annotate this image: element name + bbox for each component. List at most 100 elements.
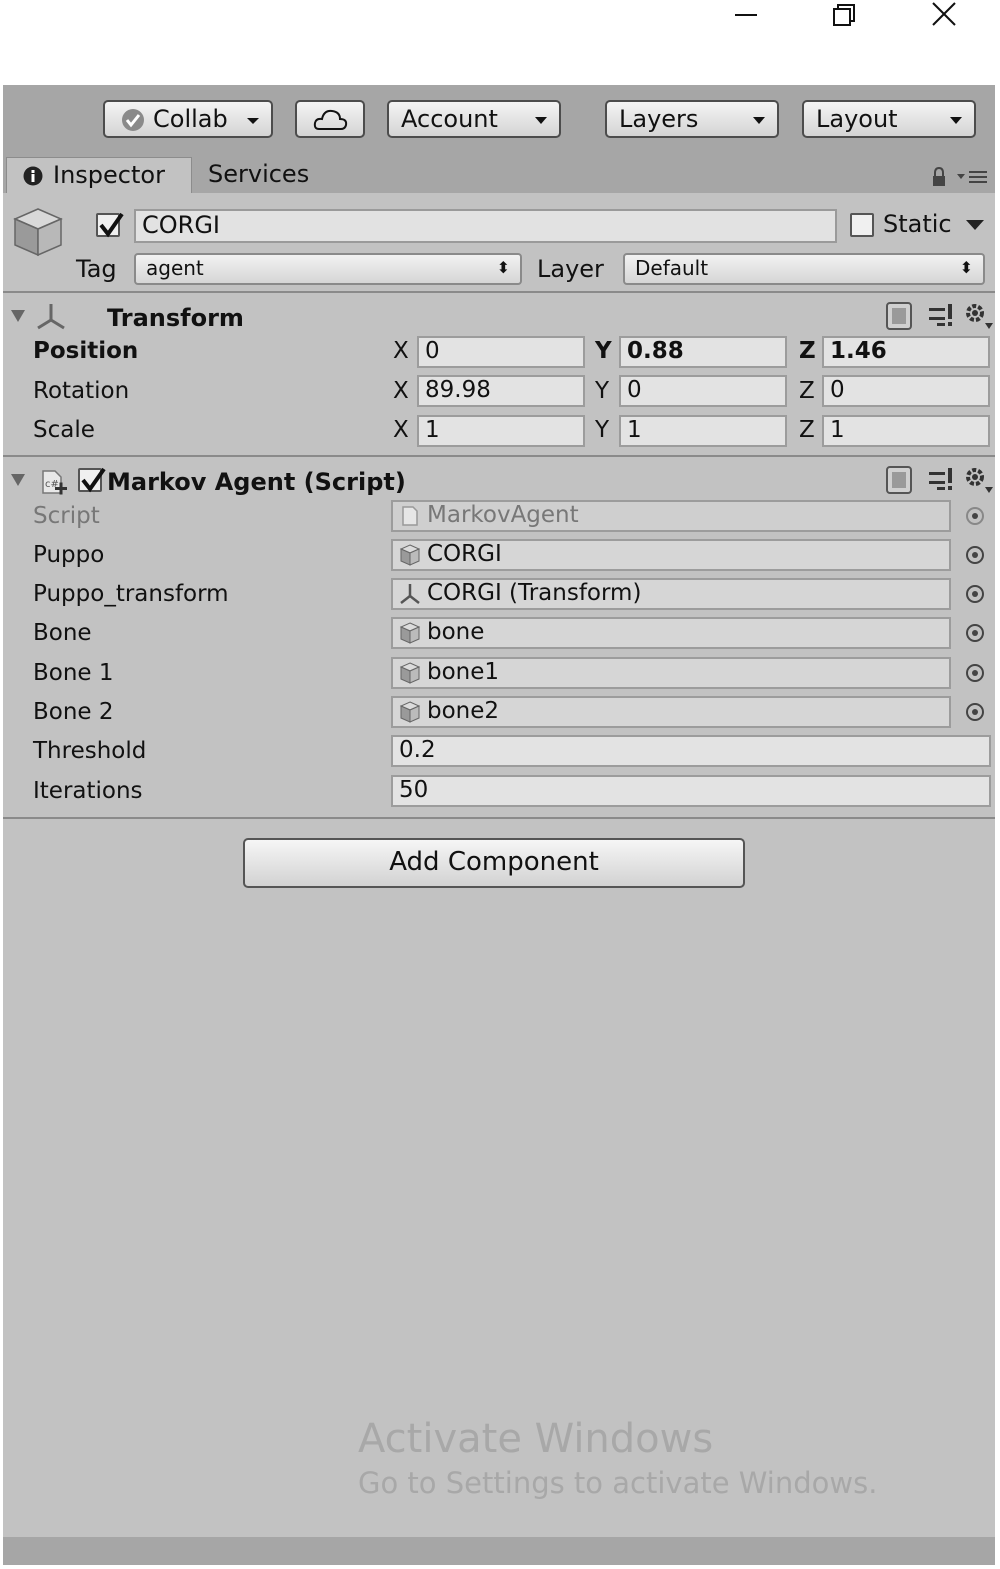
layout-dropdown[interactable]: Layout bbox=[802, 100, 976, 138]
scale-y-axis[interactable]: Y bbox=[595, 416, 609, 444]
activate-windows-watermark: Activate Windows Go to Settings to activ… bbox=[358, 1415, 877, 1503]
bone2-value: bone2 bbox=[427, 698, 500, 724]
bone1-field[interactable]: bone1 bbox=[391, 657, 951, 689]
rotation-z-axis[interactable]: Z bbox=[799, 377, 815, 405]
threshold-input[interactable]: 0.2 bbox=[391, 735, 991, 767]
puppo-transform-value: CORGI (Transform) bbox=[427, 580, 642, 606]
layers-dropdown[interactable]: Layers bbox=[605, 100, 779, 138]
transform-header[interactable]: Transform bbox=[3, 297, 995, 337]
layers-label: Layers bbox=[619, 105, 699, 133]
lock-icon[interactable] bbox=[931, 167, 947, 187]
static-checkbox[interactable] bbox=[850, 213, 874, 237]
help-book-icon[interactable] bbox=[885, 301, 913, 331]
scale-y-input[interactable]: 1 bbox=[619, 415, 787, 447]
minimize-icon bbox=[735, 14, 757, 16]
active-checkbox[interactable] bbox=[96, 212, 124, 238]
script-field: MarkovAgent bbox=[391, 500, 951, 532]
scale-z-input[interactable]: 1 bbox=[822, 415, 990, 447]
object-header: CORGI Static Tag agent ⬍ Layer Default ⬍ bbox=[3, 193, 995, 293]
tag-dropdown[interactable]: agent ⬍ bbox=[134, 253, 522, 285]
minimize-button[interactable] bbox=[722, 0, 768, 32]
script-value: MarkovAgent bbox=[427, 502, 579, 528]
component-divider bbox=[3, 455, 995, 457]
scale-x-axis[interactable]: X bbox=[393, 416, 409, 444]
puppo-object-picker[interactable] bbox=[966, 546, 984, 564]
scale-x-input[interactable]: 1 bbox=[417, 415, 585, 447]
bone2-object-picker[interactable] bbox=[966, 703, 984, 721]
script-component-header[interactable]: c# Markov Agent (Script) bbox=[3, 461, 995, 501]
close-icon bbox=[932, 2, 956, 26]
bone-label: Bone bbox=[33, 620, 92, 646]
script-component-title: Markov Agent (Script) bbox=[107, 468, 406, 496]
add-component-button[interactable]: Add Component bbox=[243, 838, 745, 888]
checkmark-icon bbox=[81, 467, 106, 493]
position-z-axis[interactable]: Z bbox=[799, 337, 816, 365]
foldout-arrow-icon[interactable] bbox=[11, 473, 25, 487]
preset-icon[interactable] bbox=[927, 467, 955, 493]
foldout-arrow-icon[interactable] bbox=[11, 309, 25, 323]
restore-button[interactable] bbox=[820, 0, 866, 32]
collab-button[interactable]: Collab bbox=[103, 100, 273, 138]
static-label: Static bbox=[883, 210, 952, 238]
preset-icon[interactable] bbox=[927, 303, 955, 329]
rotation-label: Rotation bbox=[33, 378, 130, 404]
panel-menu-icon[interactable] bbox=[955, 169, 989, 185]
editor-window: Collab Account Layers Layout Inspector S… bbox=[3, 85, 995, 1565]
help-book-icon[interactable] bbox=[885, 465, 913, 495]
tab-inspector[interactable]: Inspector bbox=[6, 157, 192, 193]
gameobject-cube-icon bbox=[13, 208, 63, 257]
rotation-x-axis[interactable]: X bbox=[393, 377, 409, 405]
rotation-y-input[interactable]: 0 bbox=[619, 375, 787, 407]
puppo-transform-label: Puppo_transform bbox=[33, 581, 229, 607]
gear-icon[interactable] bbox=[963, 301, 993, 331]
watermark-subtitle: Go to Settings to activate Windows. bbox=[358, 1466, 878, 1500]
bone-object-picker[interactable] bbox=[966, 624, 984, 642]
bone-field[interactable]: bone bbox=[391, 617, 951, 649]
chevron-down-icon bbox=[535, 117, 547, 124]
position-y-axis[interactable]: Y bbox=[595, 337, 612, 365]
bone1-value: bone1 bbox=[427, 659, 500, 685]
close-button[interactable] bbox=[920, 0, 966, 32]
iterations-input[interactable]: 50 bbox=[391, 775, 991, 807]
scale-z-axis[interactable]: Z bbox=[799, 416, 815, 444]
account-dropdown[interactable]: Account bbox=[387, 100, 561, 138]
puppo-value: CORGI bbox=[427, 541, 502, 567]
position-x-axis[interactable]: X bbox=[393, 337, 409, 365]
gameobject-cube-icon bbox=[399, 622, 421, 644]
puppo-field[interactable]: CORGI bbox=[391, 539, 951, 571]
tab-services-label: Services bbox=[208, 160, 310, 188]
transform-title: Transform bbox=[107, 304, 244, 332]
puppo-transform-field[interactable]: CORGI (Transform) bbox=[391, 578, 951, 610]
updown-arrows-icon: ⬍ bbox=[959, 258, 973, 277]
tab-inspector-label: Inspector bbox=[53, 161, 165, 189]
tag-value: agent bbox=[146, 256, 204, 280]
bone1-label: Bone 1 bbox=[33, 660, 114, 686]
rotation-x-input[interactable]: 89.98 bbox=[417, 375, 585, 407]
tab-services[interactable]: Services bbox=[203, 157, 333, 193]
bottom-bar bbox=[3, 1537, 995, 1565]
transform-icon bbox=[400, 584, 420, 604]
position-z-input[interactable]: 1.46 bbox=[822, 336, 990, 368]
puppo-transform-object-picker[interactable] bbox=[966, 585, 984, 603]
watermark-title: Activate Windows bbox=[358, 1416, 714, 1462]
check-circle-icon bbox=[122, 109, 144, 131]
position-x-input[interactable]: 0 bbox=[417, 336, 585, 368]
position-y-input[interactable]: 0.88 bbox=[619, 336, 787, 368]
script-label: Script bbox=[33, 503, 100, 529]
static-dropdown-icon[interactable] bbox=[965, 219, 985, 231]
position-label: Position bbox=[33, 338, 139, 364]
toolbar: Collab Account Layers Layout bbox=[3, 85, 995, 155]
object-name-input[interactable]: CORGI bbox=[134, 209, 837, 243]
transform-icon bbox=[37, 304, 65, 330]
script-object-picker bbox=[966, 507, 984, 525]
cloud-button[interactable] bbox=[295, 100, 365, 138]
gear-icon[interactable] bbox=[963, 465, 993, 495]
layer-dropdown[interactable]: Default ⬍ bbox=[623, 253, 985, 285]
chevron-down-icon bbox=[950, 117, 962, 124]
puppo-label: Puppo bbox=[33, 542, 105, 568]
rotation-y-axis[interactable]: Y bbox=[595, 377, 609, 405]
script-enabled-checkbox[interactable] bbox=[78, 467, 106, 493]
bone2-field[interactable]: bone2 bbox=[391, 696, 951, 728]
rotation-z-input[interactable]: 0 bbox=[822, 375, 990, 407]
bone1-object-picker[interactable] bbox=[966, 664, 984, 682]
